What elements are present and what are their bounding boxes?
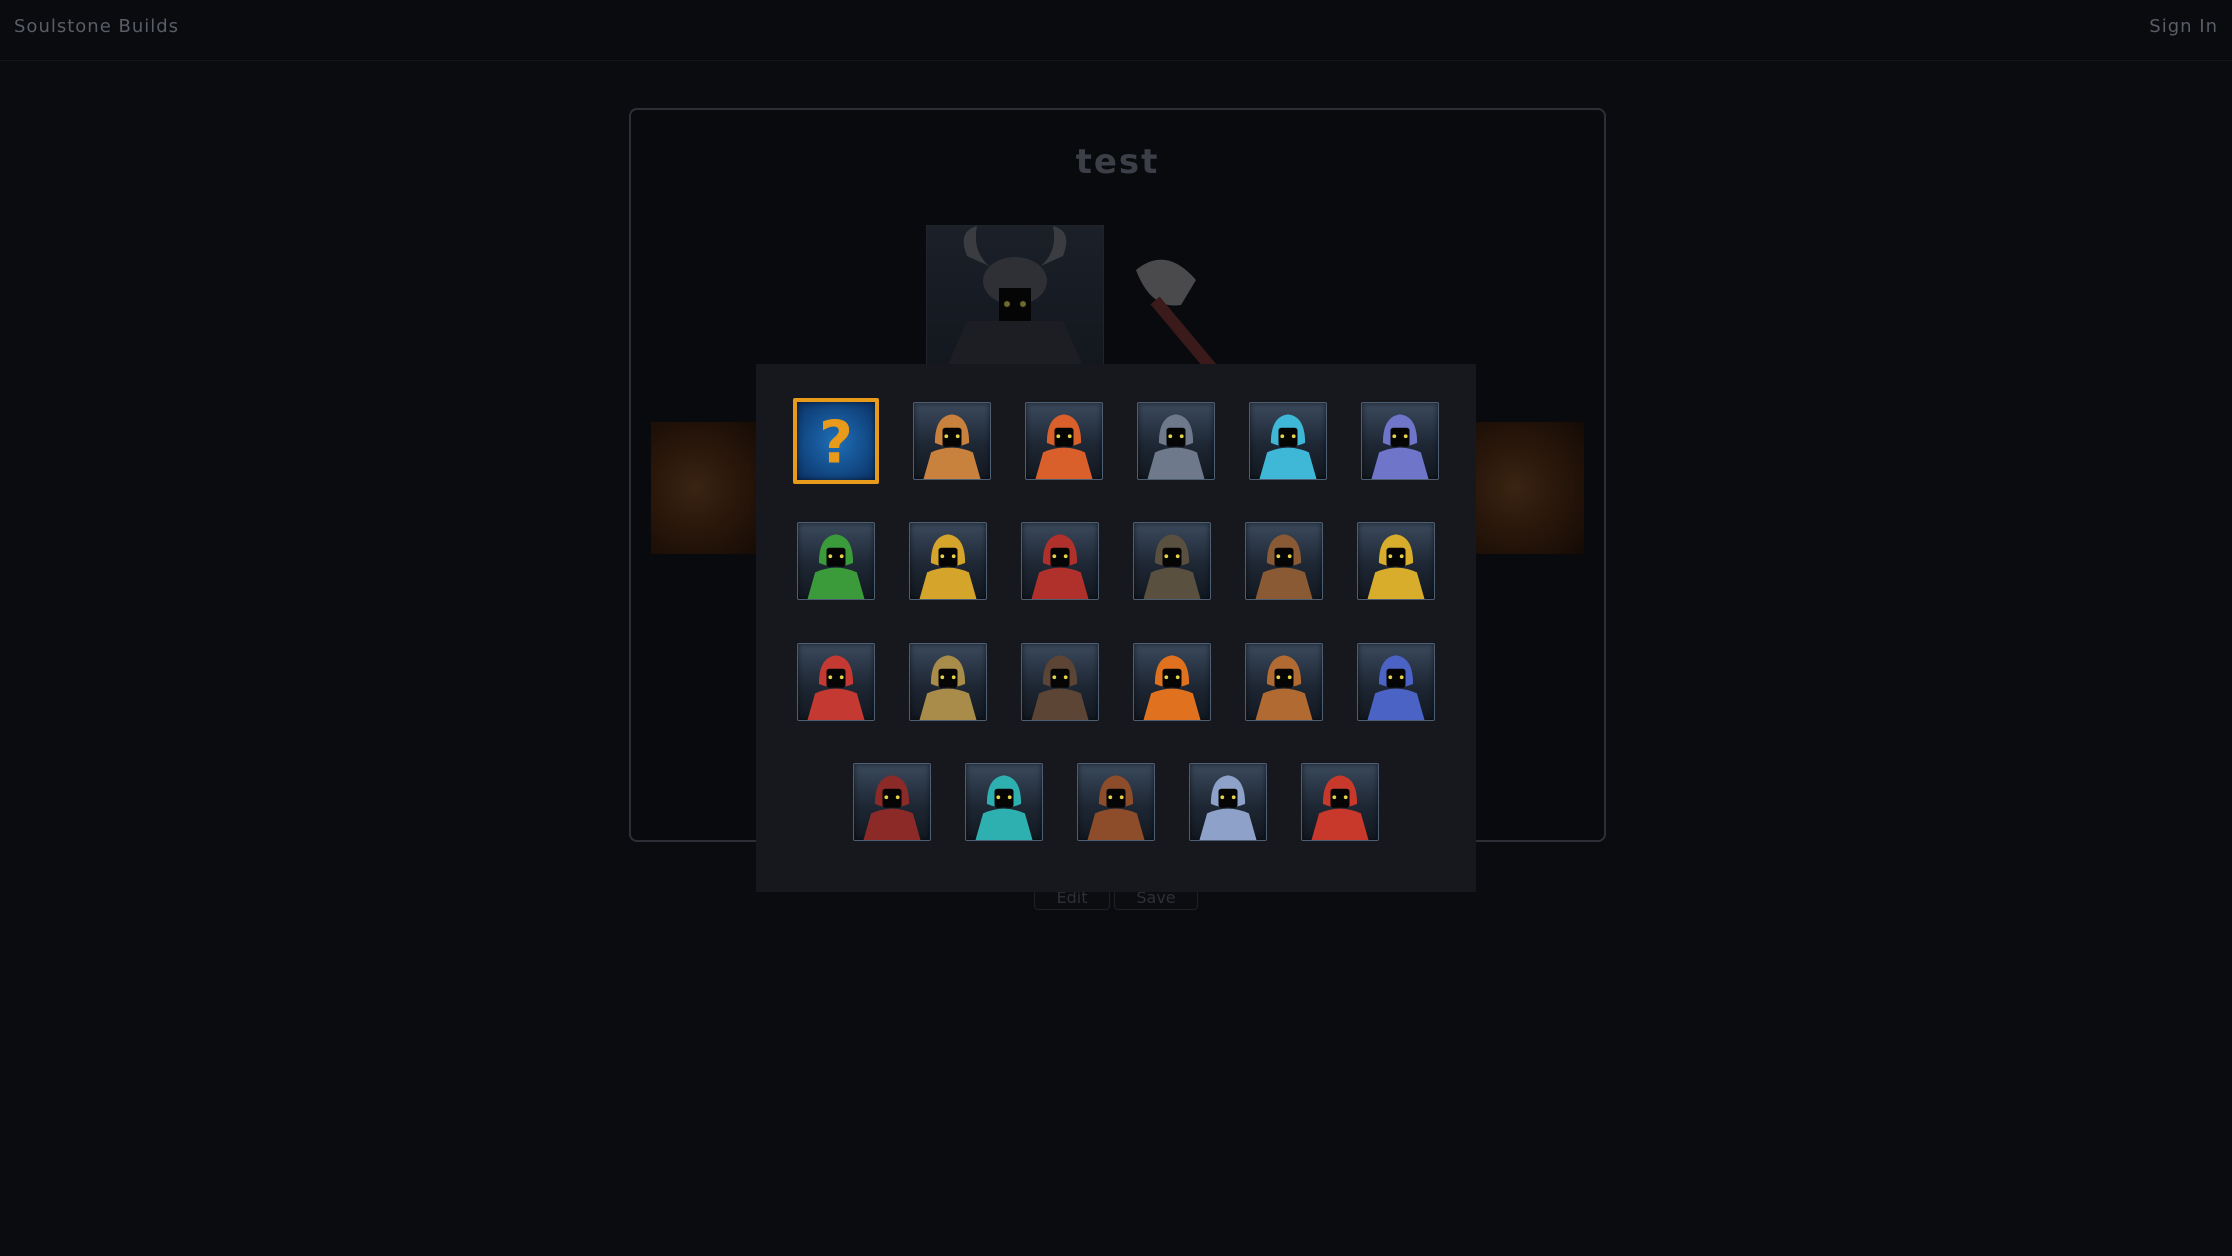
hero-tile-crimson-reaper-hero[interactable] bbox=[853, 763, 931, 841]
steel-knight-hero-icon bbox=[1147, 414, 1205, 479]
hero-tile-fire-monk-hero[interactable] bbox=[1133, 643, 1211, 721]
spartan-hero-icon bbox=[807, 655, 865, 720]
fire-monk-hero-icon bbox=[1143, 655, 1201, 720]
royal-guard-hero-icon bbox=[1367, 655, 1425, 720]
cyan-crest-hero-icon bbox=[1259, 414, 1317, 479]
crimson-reaper-hero-icon bbox=[863, 775, 921, 840]
bronze-warrior-hero-icon bbox=[1255, 534, 1313, 599]
hero-tile-horned-knight-hero[interactable] bbox=[909, 643, 987, 721]
modal-overlay[interactable]: ? bbox=[0, 0, 2232, 1256]
hero-row-2 bbox=[756, 520, 1476, 602]
hero-tile-horned-viking-hero[interactable] bbox=[913, 402, 991, 480]
random-hero-icon: ? bbox=[819, 408, 853, 476]
bearded-dwarf-hero-icon bbox=[1087, 775, 1145, 840]
shaman-hero-icon bbox=[1255, 655, 1313, 720]
hero-select-modal: ? bbox=[756, 364, 1476, 892]
hero-tile-random-hero[interactable]: ? bbox=[793, 398, 879, 484]
hero-tile-red-demon-hero[interactable] bbox=[1021, 522, 1099, 600]
minotaur-hero-icon bbox=[1031, 655, 1089, 720]
hero-tile-steel-knight-hero[interactable] bbox=[1137, 402, 1215, 480]
hero-tile-golden-paladin-hero[interactable] bbox=[909, 522, 987, 600]
svg-text:?: ? bbox=[819, 408, 853, 476]
hero-tile-green-archer-hero[interactable] bbox=[797, 522, 875, 600]
green-archer-hero-icon bbox=[807, 534, 865, 599]
hero-tile-bronze-warrior-hero[interactable] bbox=[1245, 522, 1323, 600]
golden-crown-hero-icon bbox=[1367, 534, 1425, 599]
hero-tile-bearded-dwarf-hero[interactable] bbox=[1077, 763, 1155, 841]
hero-tile-golden-crown-hero[interactable] bbox=[1357, 522, 1435, 600]
hero-row-3 bbox=[756, 641, 1476, 723]
frost-troll-hero-icon bbox=[1199, 775, 1257, 840]
hero-row-4 bbox=[756, 761, 1476, 843]
hero-tile-dark-rogue-hero[interactable] bbox=[1133, 522, 1211, 600]
hero-tile-arcane-mage-hero[interactable] bbox=[1361, 402, 1439, 480]
hero-tile-samurai-hero[interactable] bbox=[1301, 763, 1379, 841]
horned-viking-hero-icon bbox=[923, 414, 981, 479]
arcane-mage-hero-icon bbox=[1371, 414, 1429, 479]
frost-lich-hero-icon bbox=[975, 775, 1033, 840]
hero-tile-minotaur-hero[interactable] bbox=[1021, 643, 1099, 721]
hero-tile-frost-troll-hero[interactable] bbox=[1189, 763, 1267, 841]
red-demon-hero-icon bbox=[1031, 534, 1089, 599]
golden-paladin-hero-icon bbox=[919, 534, 977, 599]
horned-knight-hero-icon bbox=[919, 655, 977, 720]
dark-rogue-hero-icon bbox=[1143, 534, 1201, 599]
orange-hood-hero-icon bbox=[1035, 414, 1093, 479]
hero-row-1: ? bbox=[756, 398, 1476, 484]
hero-tile-cyan-crest-hero[interactable] bbox=[1249, 402, 1327, 480]
hero-tile-orange-hood-hero[interactable] bbox=[1025, 402, 1103, 480]
hero-tile-spartan-hero[interactable] bbox=[797, 643, 875, 721]
hero-tile-frost-lich-hero[interactable] bbox=[965, 763, 1043, 841]
hero-tile-shaman-hero[interactable] bbox=[1245, 643, 1323, 721]
hero-tile-royal-guard-hero[interactable] bbox=[1357, 643, 1435, 721]
samurai-hero-icon bbox=[1311, 775, 1369, 840]
